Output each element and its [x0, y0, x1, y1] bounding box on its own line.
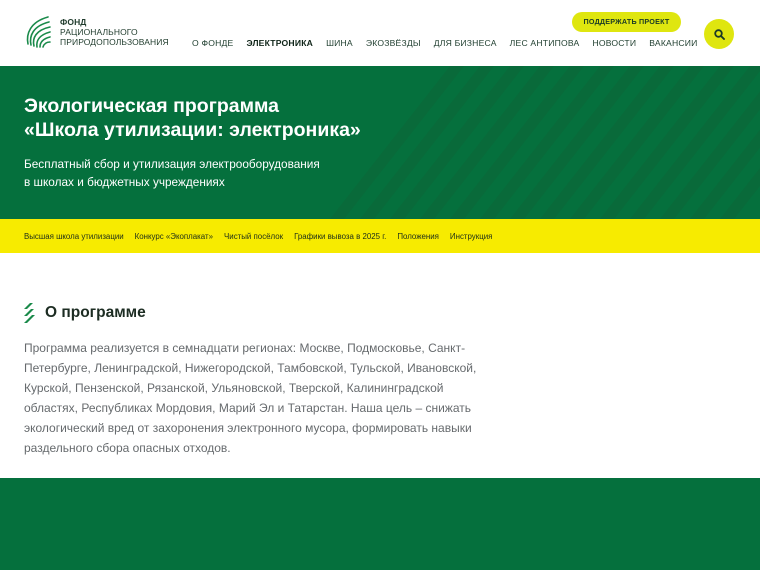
nav-item-vacancies[interactable]: ВАКАНСИИ	[649, 38, 697, 48]
hero-subtitle-line-1: Бесплатный сбор и утилизация электрообор…	[24, 157, 320, 171]
main-nav: О ФОНДЕ ЭЛЕКТРОНИКА ШИНА ЭКОЗВЁЗДЫ ДЛЯ Б…	[192, 38, 711, 48]
stripes-accent-icon	[24, 303, 35, 323]
hero-subtitle: Бесплатный сбор и утилизация электрообор…	[24, 155, 320, 191]
nav-item-antipov-forest[interactable]: ЛЕС АНТИПОВА	[510, 38, 580, 48]
about-heading: О программе	[24, 303, 146, 323]
hero-title: Экологическая программа «Школа утилизаци…	[24, 94, 361, 142]
subnav-item-ecoposter[interactable]: Конкурс «Экоплакат»	[135, 232, 213, 241]
logo-line-2: РАЦИОНАЛЬНОГО	[60, 27, 138, 37]
logo-line-1: ФОНД	[60, 17, 87, 27]
nav-item-tires[interactable]: ШИНА	[326, 38, 353, 48]
nav-item-business[interactable]: ДЛЯ БИЗНЕСА	[434, 38, 497, 48]
site-logo[interactable]: ФОНД РАЦИОНАЛЬНОГО ПРИРОДОПОЛЬЗОВАНИЯ	[24, 14, 169, 50]
logo-line-3: ПРИРОДОПОЛЬЗОВАНИЯ	[60, 37, 169, 47]
search-icon	[713, 28, 725, 40]
hero-stripes-decoration	[330, 66, 760, 219]
subnav-item-instructions[interactable]: Инструкция	[450, 232, 493, 241]
subnav-item-higher-school[interactable]: Высшая школа утилизации	[24, 232, 124, 241]
about-title: О программе	[45, 304, 146, 321]
nav-item-about[interactable]: О ФОНДЕ	[192, 38, 233, 48]
nav-item-ecostars[interactable]: ЭКОЗВЁЗДЫ	[366, 38, 421, 48]
subnav-item-clean-village[interactable]: Чистый посёлок	[224, 232, 283, 241]
about-text: Программа реализуется в семнадцати регио…	[24, 341, 477, 455]
hero-title-line-1: Экологическая программа	[24, 95, 280, 117]
support-project-button[interactable]: ПОДДЕРЖАТЬ ПРОЕКТ	[572, 12, 681, 32]
footer-band	[0, 478, 760, 570]
hero-title-line-2: «Школа утилизации: электроника»	[24, 119, 361, 141]
fingerprint-leaf-icon	[26, 16, 51, 48]
program-subnav: Высшая школа утилизации Конкурс «Экоплак…	[0, 219, 760, 253]
subnav-item-regulations[interactable]: Положения	[397, 232, 439, 241]
site-header: ФОНД РАЦИОНАЛЬНОГО ПРИРОДОПОЛЬЗОВАНИЯ О …	[0, 0, 760, 66]
logo-text: ФОНД РАЦИОНАЛЬНОГО ПРИРОДОПОЛЬЗОВАНИЯ	[60, 17, 169, 47]
hero-subtitle-line-2: в школах и бюджетных учреждениях	[24, 175, 225, 189]
nav-item-electronics[interactable]: ЭЛЕКТРОНИКА	[246, 38, 313, 48]
nav-item-news[interactable]: НОВОСТИ	[592, 38, 636, 48]
hero-banner: Экологическая программа «Школа утилизаци…	[0, 66, 760, 219]
subnav-item-schedules[interactable]: Графики вывоза в 2025 г.	[294, 232, 386, 241]
search-button[interactable]	[704, 19, 734, 49]
